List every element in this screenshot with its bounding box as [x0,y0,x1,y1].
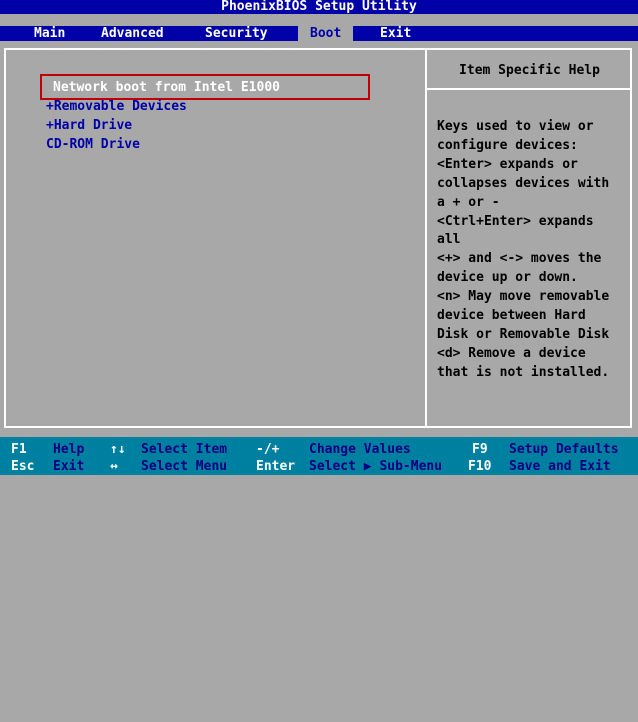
key-esc-desc: Exit [53,459,85,474]
key-up-down-desc: Select Item [141,442,228,457]
help-line: Disk or Removable Disk [437,326,610,342]
help-line: <Ctrl+Enter> expands [437,213,594,229]
help-title-separator [427,88,632,90]
help-line: collapses devices with [437,175,610,191]
help-line: <d> Remove a device [437,345,586,361]
boot-item-cdrom-drive[interactable]: CD-ROM Drive [46,136,140,154]
key-enter-desc: Select ▶ Sub-Menu [309,459,443,474]
key-enter: Enter [256,459,296,474]
key-f1: F1 [11,442,27,457]
key-f9-desc: Setup Defaults [509,442,619,457]
menu-exit[interactable]: Exit [372,26,419,41]
boot-item-network[interactable]: Network boot from Intel E1000 [53,79,280,97]
help-line: Keys used to view or [437,119,594,134]
key-minus-plus: -/+ [256,442,280,457]
help-line: device up or down. [437,270,578,286]
help-line: a + or - [437,194,500,210]
menubar: Main Advanced Security Boot Exit [0,26,638,41]
help-line: all [437,232,461,248]
key-f1-desc: Help [53,442,85,457]
menu-boot[interactable]: Boot [298,26,354,41]
key-f9: F9 [472,442,488,457]
help-line: configure devices: [437,137,578,153]
help-line: <+> and <-> moves the [437,251,602,267]
key-minus-plus-desc: Change Values [309,442,411,457]
menu-advanced[interactable]: Advanced [93,26,172,41]
key-esc: Esc [11,459,35,474]
boot-item-removable-devices[interactable]: +Removable Devices [46,98,187,116]
panel-divider [425,48,427,428]
key-f10: F10 [468,459,492,474]
help-line: device between Hard [437,308,586,324]
menu-main[interactable]: Main [26,26,73,41]
boot-item-hard-drive[interactable]: +Hard Drive [46,117,132,135]
help-line: <n> May move removable [437,289,610,305]
key-f10-desc: Save and Exit [509,459,611,474]
help-line: <Enter> expands or [437,156,578,172]
key-left-right-desc: Select Menu [141,459,228,474]
help-line: that is not installed. [437,364,610,380]
key-left-right: ↔ [110,459,118,474]
help-text: Keys used to view or configure devices: … [437,118,627,383]
menu-security[interactable]: Security [197,26,276,41]
key-up-down: ↑↓ [110,442,126,457]
window-title: PhoenixBIOS Setup Utility [0,0,638,14]
key-legend-footer: F1 Help ↑↓ Select Item -/+ Change Values… [0,437,638,475]
help-title: Item Specific Help [459,63,600,78]
